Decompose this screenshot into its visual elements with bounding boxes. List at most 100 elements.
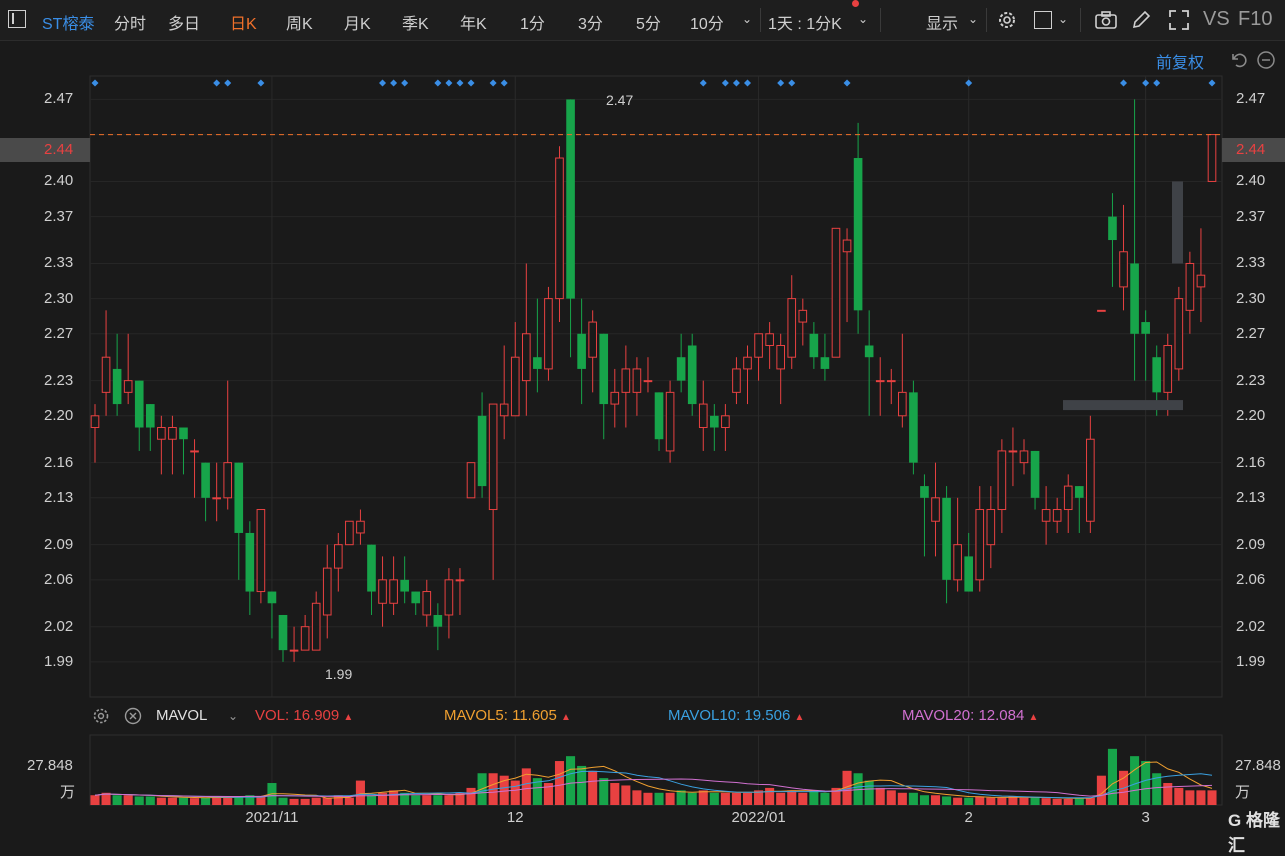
candle-body: [942, 497, 951, 580]
price-tick-label-right: 2.30: [1236, 289, 1266, 307]
time-axis-label: 3: [1141, 809, 1150, 826]
volume-bar: [156, 797, 166, 805]
candle-body: [555, 157, 564, 300]
indicator-settings-gear-icon[interactable]: [92, 707, 110, 725]
mavol20-value: 12.084: [978, 707, 1025, 724]
volume-bar: [643, 792, 653, 805]
candle-body: [743, 356, 752, 370]
candle-body: [311, 602, 321, 651]
volume-bar: [632, 790, 642, 805]
volume-bars: [90, 748, 1217, 805]
candle-body: [809, 333, 819, 358]
candle-body: [875, 380, 885, 383]
volume-bar: [742, 792, 753, 805]
volume-bar: [665, 792, 675, 805]
volume-bar: [919, 795, 929, 805]
candle-body: [1063, 485, 1073, 511]
volume-bar: [178, 797, 189, 805]
volume-bar: [1207, 790, 1217, 805]
support-zone-bar: [1063, 400, 1183, 411]
candle-body: [643, 380, 653, 383]
volume-bar: [698, 790, 708, 805]
volume-bar: [897, 792, 907, 805]
event-marker-icon: [489, 79, 497, 87]
candle-body: [665, 391, 675, 452]
time-axis-label: 2: [964, 809, 973, 826]
volume-bar: [986, 797, 996, 805]
candle-body: [754, 333, 763, 358]
volume-bar: [1163, 783, 1173, 805]
candle-body: [123, 380, 133, 393]
volume-bar: [942, 796, 952, 805]
price-tick-label-left: 1.99: [44, 652, 74, 670]
volume-bar: [798, 792, 808, 805]
event-marker-icon: [224, 79, 232, 87]
price-tick-label-right: 2.40: [1236, 172, 1266, 190]
volume-bar: [389, 790, 399, 805]
volume-bar: [621, 785, 631, 805]
candle-body: [765, 333, 774, 346]
event-marker-icon: [500, 79, 508, 87]
event-marker-icon: [1120, 79, 1128, 87]
event-marker-icon: [788, 79, 796, 87]
candle-body: [145, 404, 155, 428]
indicator-close-icon[interactable]: [124, 707, 142, 725]
event-marker-icon: [1142, 79, 1150, 87]
candle-body: [522, 333, 531, 382]
volume-unit-label-left: 万: [60, 784, 76, 801]
price-tick-label-right: 2.13: [1236, 488, 1266, 506]
volume-bar: [411, 795, 421, 805]
volume-bar: [1052, 798, 1062, 805]
mavol10-label: MAVOL10: 19.506 ▲: [668, 707, 804, 724]
volume-bar: [886, 790, 896, 805]
candle-body: [886, 380, 896, 383]
candle-body: [1108, 216, 1117, 241]
price-panel-border: [89, 75, 1223, 698]
volume-bar: [466, 787, 476, 805]
candle-body: [931, 497, 940, 522]
time-axis-label: 2022/01: [731, 809, 786, 826]
time-axis-label: 12: [506, 809, 524, 826]
candle-body: [831, 227, 841, 358]
event-marker-icon: [434, 79, 442, 87]
volume-bar: [599, 778, 609, 805]
volume-bar: [787, 790, 797, 805]
current-price-label-right: 2.44: [1222, 138, 1285, 162]
candle-body: [1119, 251, 1128, 288]
event-marker-icon: [1153, 79, 1161, 87]
price-tick-label-left: 2.06: [44, 570, 74, 588]
volume-bar: [654, 792, 664, 805]
vol-value: 16.909: [293, 707, 340, 724]
volume-bar: [676, 790, 686, 805]
candle-body: [986, 509, 996, 546]
volume-bar: [720, 792, 730, 805]
price-tick-label-left: 2.30: [44, 289, 74, 307]
event-marker-icon: [467, 79, 475, 87]
volume-bar: [90, 795, 100, 805]
mavol5-label-text: MAVOL5:: [444, 707, 508, 724]
candle-body: [1141, 322, 1150, 334]
candle-body: [698, 403, 708, 429]
candle-body: [621, 368, 631, 393]
volume-bar: [167, 797, 177, 805]
candle-body: [455, 579, 465, 582]
volume-bar: [322, 797, 332, 805]
mavol5-up-arrow-icon: ▲: [561, 712, 571, 723]
time-axis-label: 2021/11: [245, 809, 299, 826]
event-marker-icon: [744, 79, 752, 87]
price-tick-label-right: 2.06: [1236, 570, 1266, 588]
event-marker-icon: [1208, 79, 1216, 87]
candle-body: [422, 591, 432, 616]
candle-body: [1130, 263, 1139, 334]
candle-body: [433, 614, 443, 627]
volume-bar: [1141, 761, 1151, 805]
volume-bar: [422, 795, 432, 805]
volume-bar: [433, 795, 443, 805]
current-price-label-left: 2.44: [0, 138, 90, 162]
volume-bar: [566, 756, 576, 805]
candle-body: [278, 614, 288, 651]
indicator-chevron-icon[interactable]: ⌄: [228, 709, 238, 723]
event-marker-icon: [965, 79, 973, 87]
indicator-name[interactable]: MAVOL: [156, 707, 207, 724]
vol-label: VOL: 16.909 ▲: [255, 707, 353, 724]
